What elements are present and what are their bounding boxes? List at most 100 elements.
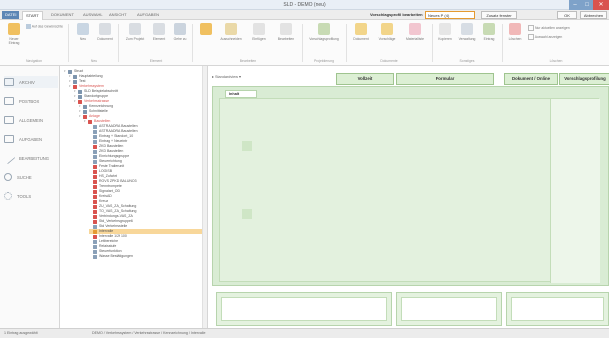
status-text: 1 Eintrag ausgewählt: [4, 331, 38, 335]
tab-auswahl[interactable]: AUSWAHL: [80, 11, 106, 19]
tree-expander-icon[interactable]: ▾: [74, 99, 77, 104]
profile-label: Vorschlagsprofil bearbeiten: [370, 12, 423, 17]
nav-item-postbox[interactable]: POSTBOX: [4, 95, 39, 107]
tab-datei[interactable]: DATEI: [2, 11, 20, 19]
ribbon-button-eintrag[interactable]: Eintrag: [480, 23, 498, 41]
ribbon-option-nur-aktuellen[interactable]: Nur aktuellen anzeigen: [528, 25, 604, 31]
ribbon-button-dokument[interactable]: Dokument: [96, 23, 114, 41]
tree-expander-icon[interactable]: ▾: [79, 114, 82, 119]
title-bar: SLD - DEMO (neu) – □ ✕: [0, 0, 609, 10]
node-icon: [73, 84, 77, 89]
tree-item[interactable]: Wasse Bestätigungen: [89, 254, 133, 259]
node-icon: [93, 244, 97, 249]
gear-icon: [4, 192, 12, 200]
form-marker: [242, 141, 252, 151]
nav-item-bearbeitung[interactable]: BEARBEITUNG: [2, 151, 49, 165]
suggestions-icon: [381, 23, 393, 35]
checkbox-icon: [528, 25, 534, 31]
profile-input[interactable]: Neues P (4): [425, 11, 475, 19]
tab-vorschlagsprofilung[interactable]: Vorschlagsprofilung: [559, 73, 609, 85]
ribbon-button-neu[interactable]: Neu: [74, 23, 92, 41]
document-icon: [355, 23, 367, 35]
node-icon: [93, 254, 97, 259]
ribbon-button-arrow[interactable]: [198, 23, 214, 37]
ribbon-button-zum-projekt[interactable]: Zum Projekt: [124, 23, 146, 41]
close-icon[interactable]: ✕: [593, 0, 609, 10]
node-icon: [93, 189, 97, 194]
node-icon: [93, 229, 97, 234]
node-icon: [93, 144, 97, 149]
arrow-right-icon: [200, 23, 212, 35]
ribbon-option-gewuenscht[interactable]: Auf das Gewünschte: [26, 24, 64, 29]
tab-ansicht[interactable]: ANSICHT: [106, 11, 130, 19]
ribbon-button-vorschlaege[interactable]: Vorschläge: [376, 23, 398, 41]
ribbon-button-element[interactable]: Element: [150, 23, 168, 41]
node-icon: [93, 194, 97, 199]
ribbon-button-einfuegen[interactable]: Einfügen: [248, 23, 270, 41]
node-icon: [93, 149, 97, 154]
tab-aufgaben[interactable]: AUFGABEN: [134, 11, 162, 19]
ribbon-button-new-entry[interactable]: Neuer Eintrag: [6, 23, 22, 45]
tree-expander-icon[interactable]: ▾: [64, 69, 67, 74]
ribbon-button-vorschlagsprofilung[interactable]: Vorschlagsprofilung: [306, 23, 342, 41]
node-icon: [93, 199, 97, 204]
arrow-left-icon: [8, 23, 20, 35]
ribbon-button-materialliste[interactable]: Materialliste: [402, 23, 428, 41]
tree-expander-icon[interactable]: ▾: [84, 119, 87, 124]
ribbon-separator: [432, 24, 433, 62]
nav-item-suche[interactable]: SUCHE: [4, 171, 32, 183]
tab-start[interactable]: START: [22, 11, 43, 20]
inner-tab-inhalt[interactable]: Inhalt: [225, 90, 257, 98]
cancel-button[interactable]: Abbrechen: [580, 11, 607, 19]
tree-expander-icon[interactable]: ▾: [69, 84, 72, 89]
ribbon-button-dokument-2[interactable]: Dokument: [350, 23, 372, 41]
folder-icon: [4, 116, 14, 124]
paste-icon: [253, 23, 265, 35]
ribbon-button-kopieren[interactable]: Kopieren: [436, 23, 454, 41]
ribbon-separator: [192, 24, 193, 62]
project-icon: [129, 23, 141, 35]
ribbon-separator: [302, 24, 303, 62]
view-selector[interactable]: ▸ Standardview ▾: [212, 74, 272, 82]
node-icon: [93, 159, 97, 164]
node-icon: [93, 139, 97, 144]
tab-dokument[interactable]: DOKUMENT: [48, 11, 77, 19]
checkbox-icon: [26, 24, 31, 29]
chevron-down-icon: ▾: [239, 75, 241, 79]
ribbon-button-bearbeiten[interactable]: Bearbeiten: [274, 23, 298, 41]
tree-view: ▾ Struct ▾ Hauptabteilung ▾ Test ▾ Verkehrssyst…: [60, 66, 208, 328]
tab-vollzeit[interactable]: Vollzeit: [336, 73, 394, 85]
content-panel: Inhalt: [212, 86, 609, 286]
tree-scrollbar[interactable]: [202, 66, 207, 328]
zusatz-fenster-button[interactable]: Zusatz fenster: [481, 11, 517, 19]
ribbon-button-verwaltung[interactable]: Verwaltung: [456, 23, 478, 41]
ribbon-option-auswahl[interactable]: Auswahl anzeigen: [528, 34, 604, 40]
element-icon: [153, 23, 165, 35]
ribbon-button-ausschneiden[interactable]: Ausschneiden: [218, 23, 244, 41]
maximize-icon[interactable]: □: [581, 0, 593, 10]
ribbon-group-label: Bearbeiten: [239, 59, 257, 63]
new-document-icon: [77, 23, 89, 35]
search-icon: [4, 173, 12, 181]
node-icon: [73, 74, 77, 79]
checkbox-icon: [528, 34, 534, 40]
node-icon: [83, 109, 87, 114]
node-icon: [83, 114, 87, 119]
tab-dokument-online[interactable]: Dokument / Online: [504, 73, 558, 85]
node-icon: [73, 79, 77, 84]
ok-button[interactable]: OK: [557, 11, 577, 19]
ribbon-button-loeschen[interactable]: Löschen: [506, 23, 524, 41]
ribbon-button-gehe-zu[interactable]: Gehe zu: [172, 23, 188, 41]
profile-icon: [318, 23, 330, 35]
tab-formular[interactable]: Formular: [396, 73, 494, 85]
nav-item-archiv[interactable]: ARCHIV: [4, 76, 58, 88]
nav-item-aufgaben[interactable]: AUFGABEN: [4, 133, 42, 145]
node-icon: [93, 204, 97, 209]
node-icon: [93, 234, 97, 239]
ribbon-group-label: Projektierung: [314, 59, 334, 63]
nav-item-tools[interactable]: TOOLS: [4, 190, 31, 202]
minimize-icon[interactable]: –: [569, 0, 581, 10]
nav-item-allgemein[interactable]: ALLGEMEIN: [4, 114, 43, 126]
ribbon-group-label: Navigation: [25, 59, 43, 63]
node-icon: [93, 184, 97, 189]
